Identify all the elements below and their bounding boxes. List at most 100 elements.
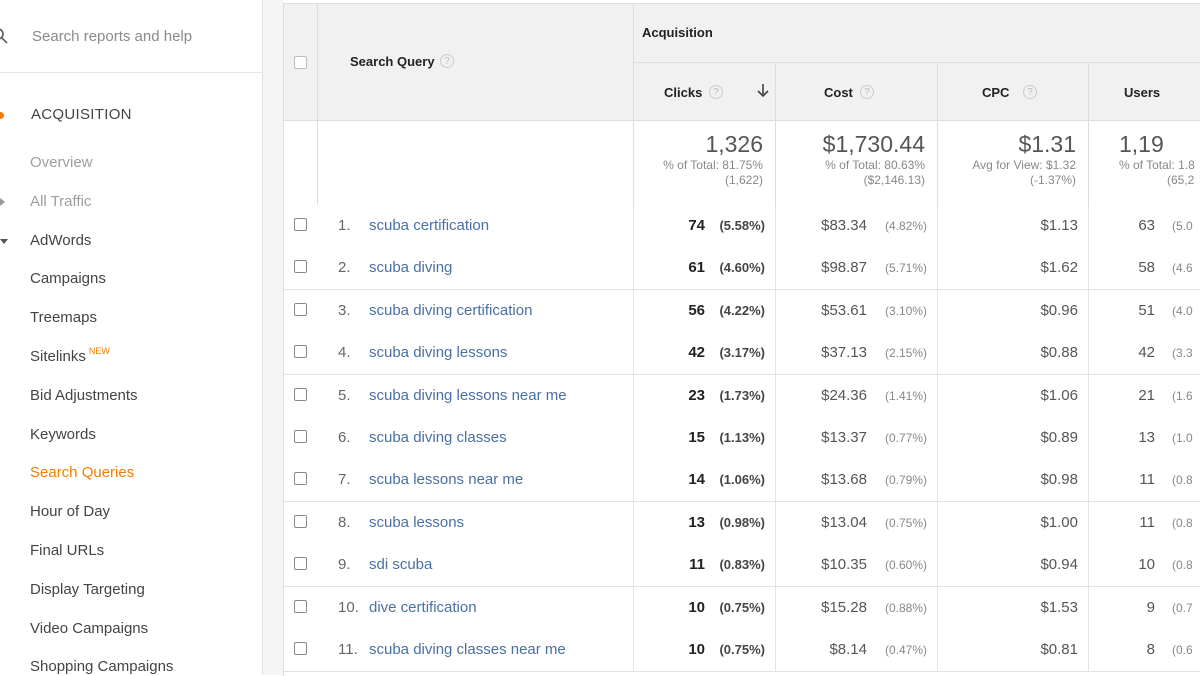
row-checkbox[interactable] <box>294 260 307 274</box>
sidebar-item-campaigns[interactable]: Campaigns <box>0 262 262 296</box>
clicks-cell: 10 (0.75%) <box>634 586 776 629</box>
row-checkbox[interactable] <box>294 430 307 443</box>
sidebar-item-treemaps[interactable]: Treemaps <box>0 301 262 335</box>
table-row: 10. dive certification 10 (0.75%) $15.28 (0.8… <box>284 586 1200 630</box>
search-input[interactable] <box>32 22 247 50</box>
column-header-clicks[interactable]: Clicks ? <box>634 63 776 121</box>
section-acquisition[interactable]: ACQUISITION <box>0 100 262 130</box>
help-icon[interactable]: ? <box>709 85 723 99</box>
sidebar-item-label: Shopping Campaigns <box>30 658 174 675</box>
query-link[interactable]: scuba diving certification <box>369 302 532 319</box>
totals-clicks: 1,326 % of Total: 81.75% (1,622) <box>634 121 776 205</box>
sidebar-item-display-targeting[interactable]: Display Targeting <box>0 573 262 607</box>
cpc-cell: $1.06 <box>938 374 1089 417</box>
sidebar-item-all-traffic[interactable]: All Traffic <box>0 185 262 219</box>
sidebar-item-label-wrap: Sitelinks NEW <box>30 346 110 366</box>
sidebar-item-final-urls[interactable]: Final URLs <box>0 534 262 568</box>
column-header-cpc[interactable]: CPC ? <box>938 63 1089 121</box>
clicks-value: 15 <box>688 429 705 446</box>
query-link[interactable]: scuba diving lessons <box>369 344 507 361</box>
sidebar-item-adwords[interactable]: AdWords <box>0 224 262 258</box>
cost-value: $8.14 <box>829 641 867 658</box>
query-cell: 2. scuba diving <box>284 247 634 290</box>
cost-cell: $98.87 (5.71%) <box>776 247 938 290</box>
cpc-cell: $0.98 <box>938 459 1089 502</box>
sidebar-item-label: Hour of Day <box>30 503 111 521</box>
users-cell: 9 (0.7 <box>1089 587 1200 629</box>
sort-descending-icon[interactable] <box>756 83 770 99</box>
cost-pct: (0.77%) <box>884 431 927 445</box>
users-pct: (0.6 <box>1172 643 1193 657</box>
cost-pct: (0.47%) <box>884 643 927 657</box>
sidebar-item-video-campaigns[interactable]: Video Campaigns <box>0 612 262 646</box>
query-link[interactable]: scuba diving classes near me <box>369 641 566 658</box>
sidebar: ACQUISITION Overview All Traffic AdWords Ca… <box>0 0 263 675</box>
query-link[interactable]: scuba diving <box>369 259 452 276</box>
query-link[interactable]: scuba lessons near me <box>369 471 523 488</box>
row-checkbox[interactable] <box>294 472 307 486</box>
sidebar-item-search-queries[interactable]: Search Queries <box>0 456 262 490</box>
row-checkbox[interactable] <box>294 387 307 401</box>
help-icon[interactable]: ? <box>1023 85 1037 99</box>
clicks-pct: (4.22%) <box>719 302 765 318</box>
caret-right-icon[interactable] <box>0 197 5 206</box>
cpc-cell: $0.96 <box>938 289 1089 332</box>
cpc-value: $0.81 <box>1040 641 1078 658</box>
row-checkbox[interactable] <box>294 599 307 613</box>
row-checkbox[interactable] <box>294 345 307 359</box>
clicks-value: 61 <box>688 259 705 277</box>
sidebar-item-label: AdWords <box>30 231 92 249</box>
row-checkbox[interactable] <box>294 218 307 231</box>
row-index: 4. <box>338 344 351 362</box>
table-row: 5. scuba diving lessons near me 23 (1.73%) $… <box>284 374 1200 418</box>
cost-value: $13.37 <box>821 429 867 446</box>
group-header-acquisition: Acquisition <box>634 4 1200 63</box>
query-link[interactable]: scuba diving classes <box>369 429 507 446</box>
select-all-checkbox[interactable] <box>294 56 307 69</box>
users-value: 8 <box>1146 641 1155 658</box>
sidebar-item-bid-adjustments[interactable]: Bid Adjustments <box>0 379 262 413</box>
select-all-header <box>284 4 318 121</box>
query-cell: 10. dive certification <box>284 586 634 629</box>
query-link[interactable]: dive certification <box>369 599 477 616</box>
query-link[interactable]: scuba certification <box>369 217 489 234</box>
users-cell: 58 (4.6 <box>1089 247 1200 289</box>
table-row: 9. sdi scuba 11 (0.83%) $10.35 (0.60%) $0.94 10… <box>284 544 1200 588</box>
column-header-users[interactable]: Users <box>1089 63 1200 121</box>
row-checkbox[interactable] <box>294 557 307 571</box>
clicks-value: 74 <box>688 217 705 234</box>
column-header-cost[interactable]: Cost ? <box>776 63 938 121</box>
help-icon[interactable]: ? <box>440 54 454 68</box>
clicks-cell: 11 (0.83%) <box>634 544 776 587</box>
cost-value: $15.28 <box>821 598 867 616</box>
search-icon[interactable] <box>0 28 8 44</box>
cpc-cell: $1.62 <box>938 247 1089 290</box>
table-row: 6. scuba diving classes 15 (1.13%) $13.37 (0.… <box>284 417 1200 460</box>
row-checkbox[interactable] <box>294 642 307 655</box>
query-link[interactable]: scuba lessons <box>369 514 464 531</box>
clicks-value: 10 <box>688 598 705 616</box>
query-link[interactable]: scuba diving lessons near me <box>369 387 567 404</box>
query-cell: 3. scuba diving certification <box>284 289 634 332</box>
sidebar-item-overview[interactable]: Overview <box>0 146 262 180</box>
cost-value: $13.68 <box>821 471 867 489</box>
query-link[interactable]: sdi scuba <box>369 556 432 573</box>
clicks-cell: 56 (4.22%) <box>634 289 776 332</box>
cost-cell: $13.68 (0.79%) <box>776 459 938 502</box>
clicks-cell: 61 (4.60%) <box>634 247 776 290</box>
clicks-value: 42 <box>688 344 705 362</box>
column-header-query[interactable]: Search Query ? <box>318 4 634 121</box>
sidebar-item-hour-of-day[interactable]: Hour of Day <box>0 495 262 529</box>
cpc-value: $0.96 <box>1040 301 1078 319</box>
row-checkbox[interactable] <box>294 514 307 528</box>
clicks-pct: (0.83%) <box>719 557 765 573</box>
users-value: 13 <box>1138 429 1155 446</box>
sidebar-item-sitelinks[interactable]: Sitelinks NEW <box>0 340 262 374</box>
users-value: 9 <box>1146 598 1155 616</box>
row-checkbox[interactable] <box>294 302 307 316</box>
sidebar-item-shopping-campaigns[interactable]: Shopping Campaigns <box>0 650 262 675</box>
caret-down-icon[interactable] <box>0 238 8 244</box>
help-icon[interactable]: ? <box>860 85 874 99</box>
clicks-value: 10 <box>688 641 705 658</box>
sidebar-item-keywords[interactable]: Keywords <box>0 418 262 452</box>
